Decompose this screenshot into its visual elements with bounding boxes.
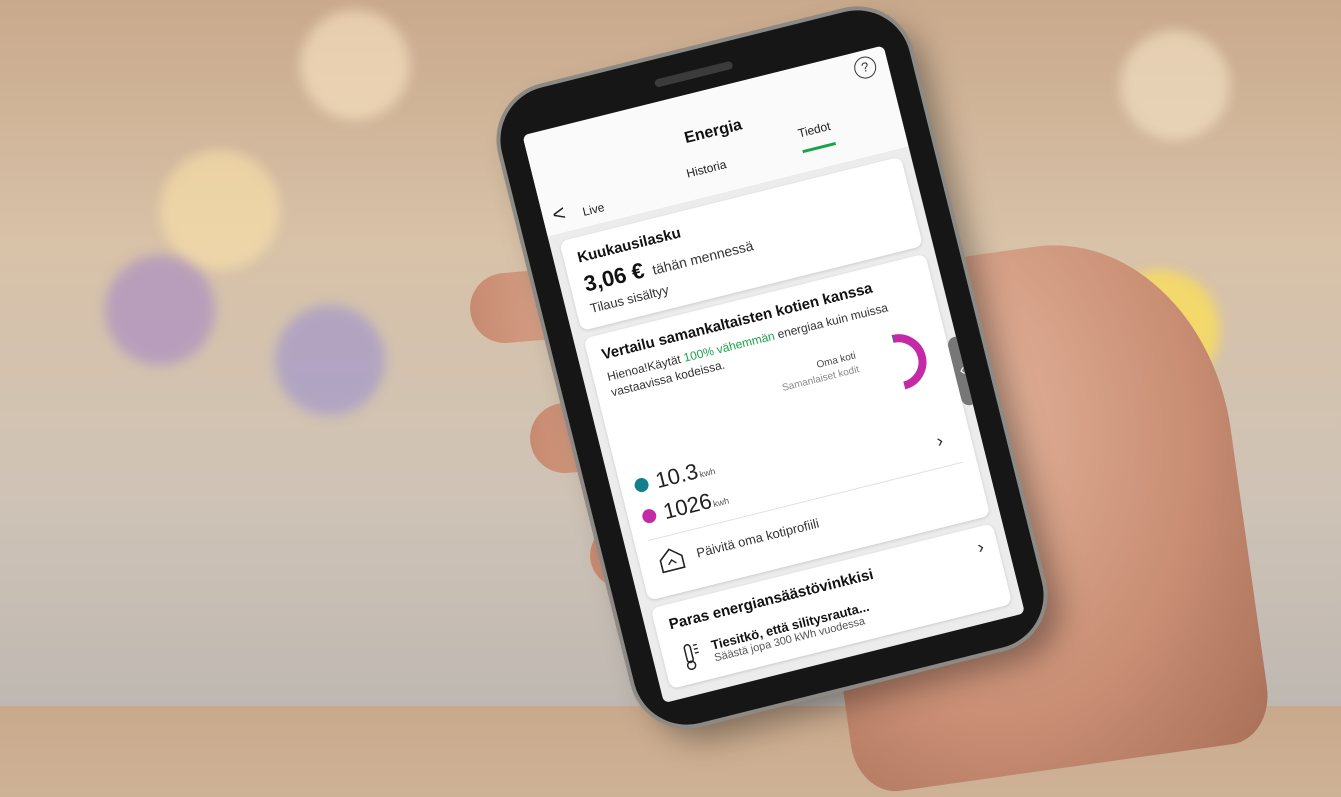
phone-speaker	[654, 61, 734, 88]
bokeh-light	[1120, 30, 1230, 140]
phone: ? Energia < Live Historia Tiedot Kuukaus…	[489, 0, 1055, 736]
similar-color-dot	[641, 508, 658, 525]
bokeh-light	[105, 255, 215, 365]
own-value: 10.3	[653, 458, 701, 494]
tab-live[interactable]: Live	[581, 200, 606, 219]
similar-value: 1026	[661, 488, 715, 525]
thermometer-icon	[674, 639, 706, 674]
house-icon	[655, 543, 688, 575]
bokeh-light	[160, 150, 280, 270]
similar-unit: kwh	[712, 496, 730, 510]
own-unit: kwh	[698, 466, 716, 480]
chevron-right-icon[interactable]: ›	[934, 430, 945, 452]
bokeh-light	[300, 10, 410, 120]
comparison-donut	[862, 326, 935, 399]
donut-similar-arc	[893, 333, 928, 385]
tab-tiedot[interactable]: Tiedot	[797, 119, 832, 141]
back-icon[interactable]: <	[550, 200, 569, 228]
tab-historia[interactable]: Historia	[685, 157, 728, 180]
help-icon[interactable]: ?	[852, 54, 879, 81]
update-profile-label: Päivitä oma kotiprofiili	[695, 515, 821, 560]
own-color-dot	[633, 477, 650, 494]
app-screen: ? Energia < Live Historia Tiedot Kuukaus…	[522, 45, 1024, 703]
bokeh-light	[275, 305, 385, 415]
active-tab-indicator	[802, 142, 836, 153]
